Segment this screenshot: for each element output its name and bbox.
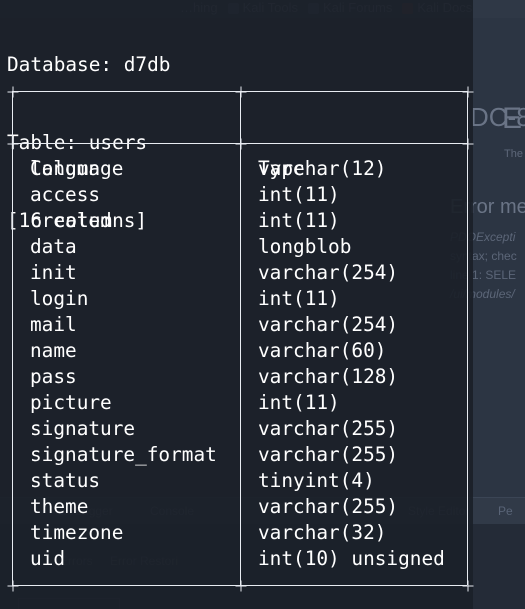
table-corner bbox=[462, 138, 474, 150]
cell-column-type: longblob bbox=[258, 235, 352, 258]
cell-column-name: signature_format bbox=[30, 443, 217, 466]
cell-column-type: int(11) bbox=[258, 209, 340, 232]
cell-column-name: data bbox=[30, 235, 77, 258]
cell-column-type: varchar(254) bbox=[258, 313, 399, 336]
table-corner bbox=[462, 86, 474, 98]
table-corner bbox=[462, 580, 474, 592]
cell-column-name: mail bbox=[30, 313, 77, 336]
cell-column-type: int(11) bbox=[258, 183, 340, 206]
table-corner bbox=[235, 138, 247, 150]
cell-column-name: created bbox=[30, 209, 112, 232]
cell-column-type: varchar(255) bbox=[258, 417, 399, 440]
cell-column-type: varchar(32) bbox=[258, 521, 387, 544]
terminal-window[interactable]: Database: d7db Table: users [16 columns]… bbox=[0, 0, 474, 609]
page-heading: DC-8 bbox=[470, 102, 525, 132]
cell-column-type: varchar(255) bbox=[258, 495, 399, 518]
cell-column-name: language bbox=[30, 157, 124, 180]
cell-column-name: access bbox=[30, 183, 101, 206]
page-intro-text: The bbox=[504, 148, 523, 160]
cell-column-type: tinyint(4) bbox=[258, 469, 375, 492]
cell-column-type: varchar(12) bbox=[258, 157, 387, 180]
table-column-divider bbox=[240, 91, 241, 585]
database-line: Database: d7db bbox=[7, 53, 171, 76]
table-corner bbox=[7, 86, 19, 98]
cell-column-name: login bbox=[30, 287, 89, 310]
table-corner bbox=[235, 580, 247, 592]
cell-column-type: varchar(60) bbox=[258, 339, 387, 362]
cell-column-name: theme bbox=[30, 495, 89, 518]
cell-column-name: status bbox=[30, 469, 101, 492]
cell-column-type: varchar(255) bbox=[258, 443, 399, 466]
table-right-border bbox=[467, 91, 468, 585]
cell-column-type: int(10) unsigned bbox=[258, 547, 445, 570]
page-big-letter: E bbox=[502, 102, 523, 135]
devtools-tab-performance[interactable]: Pe bbox=[498, 504, 513, 518]
table-corner bbox=[235, 86, 247, 98]
cell-column-type: int(11) bbox=[258, 391, 340, 414]
cell-column-name: init bbox=[30, 261, 77, 284]
cell-column-name: name bbox=[30, 339, 77, 362]
cell-column-type: varchar(254) bbox=[258, 261, 399, 284]
cell-column-name: timezone bbox=[30, 521, 124, 544]
cell-column-name: picture bbox=[30, 391, 112, 414]
cell-column-type: int(11) bbox=[258, 287, 340, 310]
cell-column-name: pass bbox=[30, 365, 77, 388]
cell-column-name: uid bbox=[30, 547, 66, 570]
table-corner bbox=[7, 580, 19, 592]
cell-column-name: signature bbox=[30, 417, 136, 440]
cell-column-type: varchar(128) bbox=[258, 365, 399, 388]
